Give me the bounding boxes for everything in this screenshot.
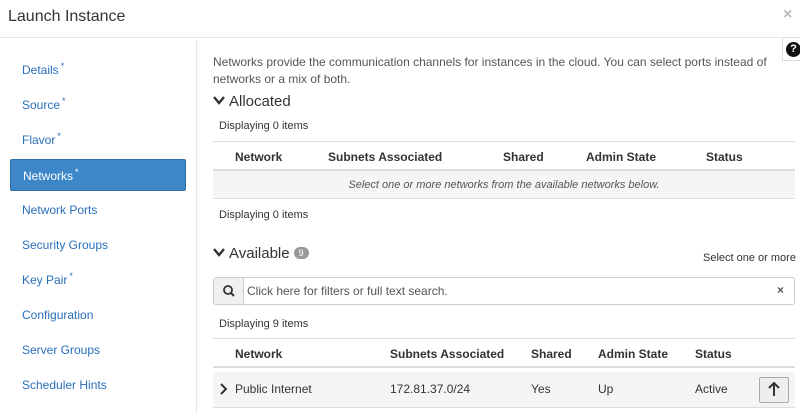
chevron-down-icon bbox=[213, 96, 225, 105]
column-header[interactable]: Subnets Associated bbox=[328, 150, 442, 164]
cell-admin-state: Up bbox=[598, 382, 614, 396]
available-count-badge: 9 bbox=[293, 247, 309, 259]
modal-header: Launch Instance × bbox=[0, 0, 800, 38]
column-header[interactable]: Status bbox=[706, 150, 743, 164]
modal-title: Launch Instance bbox=[8, 8, 126, 25]
sidebar-item-label: Key Pair bbox=[22, 273, 68, 287]
column-header[interactable]: Shared bbox=[531, 347, 572, 361]
available-table-header: Network Subnets Associated Shared Admin … bbox=[213, 338, 795, 368]
sidebar-item-networks[interactable]: Networks * bbox=[10, 159, 186, 191]
cell-network: Public Internet bbox=[235, 382, 312, 396]
close-icon[interactable]: × bbox=[783, 6, 792, 24]
allocated-count-top: Displaying 0 items bbox=[219, 120, 309, 132]
search-input[interactable] bbox=[247, 282, 767, 300]
sidebar-item-configuration[interactable]: Configuration bbox=[10, 299, 186, 331]
cell-shared: Yes bbox=[531, 382, 551, 396]
search-button[interactable] bbox=[214, 278, 244, 304]
column-header[interactable]: Network bbox=[235, 347, 282, 361]
sidebar-item-flavor[interactable]: Flavor * bbox=[10, 124, 186, 156]
sidebar-item-source[interactable]: Source * bbox=[10, 89, 186, 121]
required-marker: * bbox=[60, 61, 65, 71]
search-bar: × bbox=[213, 277, 795, 305]
allocated-empty-row: Select one or more networks from the ava… bbox=[213, 171, 795, 199]
sidebar-item-label: Network Ports bbox=[22, 203, 98, 217]
sidebar-item-label: Source bbox=[22, 98, 61, 112]
cell-status: Active bbox=[695, 382, 728, 396]
sidebar-item-scheduler-hints[interactable]: Scheduler Hints bbox=[10, 369, 186, 401]
select-hint: Select one or more bbox=[703, 252, 796, 264]
clear-search-icon[interactable]: × bbox=[777, 283, 784, 297]
search-icon bbox=[223, 285, 235, 297]
wizard-sidebar: Details * Source * Flavor * Networks * Netwo… bbox=[0, 40, 197, 413]
available-section-toggle[interactable]: Available 9 bbox=[213, 245, 309, 262]
intro-text: Networks provide the communication chann… bbox=[213, 55, 767, 86]
sidebar-item-details[interactable]: Details * bbox=[10, 54, 186, 86]
allocated-section-toggle[interactable]: Allocated bbox=[213, 93, 291, 110]
sidebar-item-label: Configuration bbox=[22, 308, 94, 322]
chevron-right-icon[interactable] bbox=[219, 383, 227, 395]
allocated-count-bottom: Displaying 0 items bbox=[219, 209, 309, 221]
required-marker: * bbox=[57, 131, 61, 141]
sidebar-item-label: Flavor bbox=[22, 133, 56, 147]
networks-panel: Networks provide the communication chann… bbox=[213, 40, 800, 413]
sidebar-item-label: Scheduler Hints bbox=[22, 378, 107, 392]
column-header[interactable]: Subnets Associated bbox=[390, 347, 504, 361]
allocated-title: Allocated bbox=[229, 93, 291, 110]
sidebar-item-server-groups[interactable]: Server Groups bbox=[10, 334, 186, 366]
column-header[interactable]: Shared bbox=[503, 150, 544, 164]
sidebar-item-network-ports[interactable]: Network Ports bbox=[10, 194, 186, 226]
required-marker: * bbox=[69, 271, 73, 281]
sidebar-item-label: Details bbox=[22, 63, 59, 77]
available-count: Displaying 9 items bbox=[219, 318, 309, 330]
sidebar-item-key-pair[interactable]: Key Pair * bbox=[10, 264, 186, 296]
chevron-down-icon bbox=[213, 248, 225, 257]
column-header[interactable]: Status bbox=[695, 347, 732, 361]
sidebar-item-label: Networks bbox=[23, 169, 74, 183]
sidebar-item-label: Security Groups bbox=[22, 238, 109, 252]
table-row: Public Internet 172.81.37.0/24 Yes Up Ac… bbox=[213, 372, 795, 408]
required-marker: * bbox=[75, 167, 79, 177]
cell-subnets: 172.81.37.0/24 bbox=[390, 382, 471, 396]
arrow-up-icon bbox=[768, 381, 780, 396]
sidebar-item-security-groups[interactable]: Security Groups bbox=[10, 229, 186, 261]
column-header[interactable]: Network bbox=[235, 150, 282, 164]
column-header[interactable]: Admin State bbox=[598, 347, 668, 361]
required-marker: * bbox=[62, 96, 66, 106]
allocated-table-header: Network Subnets Associated Shared Admin … bbox=[213, 141, 795, 171]
available-title: Available bbox=[229, 245, 290, 262]
column-header[interactable]: Admin State bbox=[586, 150, 656, 164]
sidebar-item-label: Server Groups bbox=[22, 343, 101, 357]
allocate-button[interactable] bbox=[759, 377, 789, 403]
